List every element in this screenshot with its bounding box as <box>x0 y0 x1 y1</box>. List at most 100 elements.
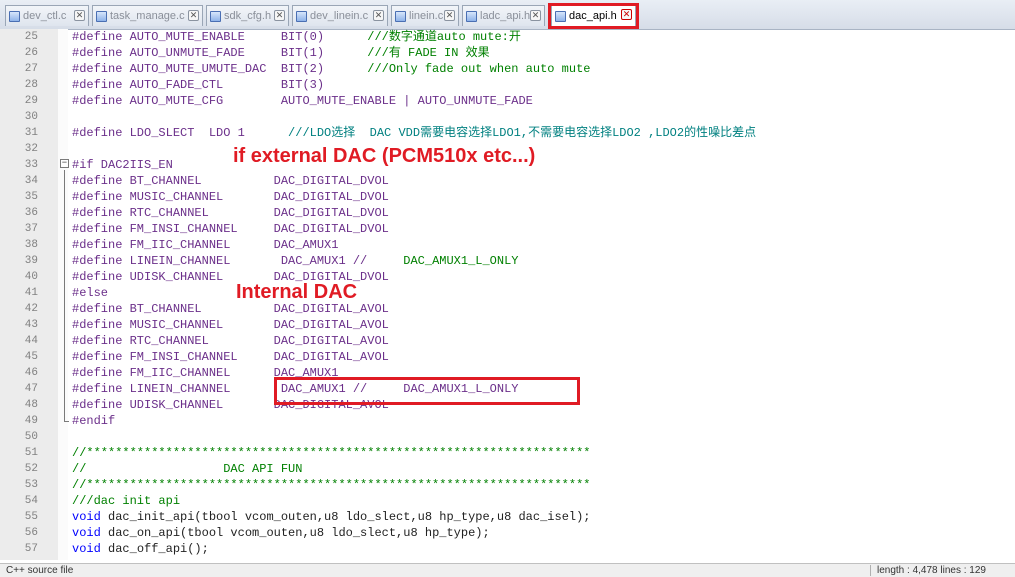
line-number: 31 <box>24 127 38 139</box>
line-number: 44 <box>24 335 38 347</box>
code-line[interactable]: #define AUTO_MUTE_ENABLE BIT(0) ///数字通道a… <box>72 29 521 45</box>
file-icon <box>96 10 107 22</box>
line-number: 36 <box>24 207 38 219</box>
code-line[interactable]: #define LINEIN_CHANNEL DAC_AMUX1 // DAC_… <box>72 253 518 269</box>
fold-margin <box>58 29 68 560</box>
status-file-type: C++ source file <box>6 565 74 576</box>
tab-sdk-cfg-h[interactable]: sdk_cfg.h ✕ <box>206 5 289 26</box>
code-text: dac_on_api(tbool vcom_outen,u8 ldo_slect… <box>100 526 490 540</box>
code-line[interactable]: #define AUTO_FADE_CTL BIT(3) <box>72 77 324 93</box>
code-comment: ///Only fade out when auto mute <box>367 62 591 76</box>
code-line[interactable]: #else <box>72 285 108 301</box>
tab-label: dev_ctl.c <box>23 10 67 22</box>
line-number: 32 <box>24 143 38 155</box>
tab-task-manage-c[interactable]: task_manage.c ✕ <box>92 5 203 26</box>
code-text: #define FM_IIC_CHANNEL DAC_AMUX1 <box>72 238 339 252</box>
code-line[interactable]: #if DAC2IIS_EN <box>72 157 173 173</box>
code-line[interactable]: #define RTC_CHANNEL DAC_DIGITAL_DVOL <box>72 205 389 221</box>
active-tab-highlight-box <box>548 3 639 29</box>
code-comment: ///有 FADE IN 效果 <box>367 46 490 60</box>
code-line[interactable]: // DAC API FUN <box>72 461 302 477</box>
tab-linein-c[interactable]: linein.c ✕ <box>391 5 459 26</box>
close-icon[interactable]: ✕ <box>530 10 541 21</box>
line-number: 45 <box>24 351 38 363</box>
code-text: #define MUSIC_CHANNEL DAC_DIGITAL_DVOL <box>72 190 389 204</box>
code-line[interactable]: #define FM_INSI_CHANNEL DAC_DIGITAL_AVOL <box>72 349 389 365</box>
code-comment: ///dac init api <box>72 494 181 508</box>
line-47-highlight-box <box>274 377 580 405</box>
code-comment: ///LDO选择 DAC VDD需要电容选择LDO1,不需要电容选择LDO2 ,… <box>288 126 757 140</box>
code-line[interactable]: #define LDO_SLECT LDO 1 ///LDO选择 DAC VDD… <box>72 125 756 141</box>
status-length-lines: length : 4,478 lines : 129 <box>870 565 986 576</box>
line-number: 26 <box>24 47 38 59</box>
code-line[interactable]: #define FM_INSI_CHANNEL DAC_DIGITAL_DVOL <box>72 221 389 237</box>
code-text: #define AUTO_MUTE_ENABLE BIT(0) <box>72 30 368 44</box>
line-number: 29 <box>24 95 38 107</box>
code-line[interactable]: #endif <box>72 413 115 429</box>
code-text: #define LDO_SLECT LDO 1 <box>72 126 289 140</box>
code-text: #define BT_CHANNEL DAC_DIGITAL_DVOL <box>72 174 389 188</box>
close-icon[interactable]: ✕ <box>274 10 285 21</box>
fold-range-end <box>64 421 69 422</box>
line-number: 56 <box>24 527 38 539</box>
code-line[interactable]: #define AUTO_MUTE_CFG AUTO_MUTE_ENABLE |… <box>72 93 533 109</box>
file-icon <box>395 10 406 22</box>
code-line[interactable]: #define AUTO_MUTE_UMUTE_DAC BIT(2) ///On… <box>72 61 591 77</box>
code-text: #define RTC_CHANNEL DAC_DIGITAL_DVOL <box>72 206 389 220</box>
line-number: 51 <box>24 447 38 459</box>
code-line[interactable]: ///dac init api <box>72 493 180 509</box>
fold-collapse-icon[interactable]: − <box>60 159 69 168</box>
line-number: 47 <box>24 383 38 395</box>
code-text: #define MUSIC_CHANNEL DAC_DIGITAL_AVOL <box>72 318 389 332</box>
close-icon[interactable]: ✕ <box>444 10 455 21</box>
line-number: 57 <box>24 543 38 555</box>
line-number: 27 <box>24 63 38 75</box>
code-text: #endif <box>72 414 116 428</box>
line-number: 54 <box>24 495 38 507</box>
line-number: 53 <box>24 479 38 491</box>
tab-dev-ctl-c[interactable]: dev_ctl.c ✕ <box>5 5 89 26</box>
code-text: #define AUTO_FADE_CTL BIT(3) <box>72 78 325 92</box>
code-text: #else <box>72 286 109 300</box>
code-keyword: void <box>72 510 101 524</box>
line-number: 37 <box>24 223 38 235</box>
line-number: 34 <box>24 175 38 187</box>
code-text: dac_init_api(tbool vcom_outen,u8 ldo_sle… <box>100 510 591 524</box>
tab-label: ladc_api.h <box>480 10 531 22</box>
code-line[interactable]: void dac_init_api(tbool vcom_outen,u8 ld… <box>72 509 591 525</box>
line-number: 33 <box>24 159 38 171</box>
tab-label: linein.c <box>409 10 444 22</box>
file-icon <box>296 10 307 22</box>
code-comment: ///数字通道auto mute:开 <box>367 30 521 44</box>
line-number: 25 <box>24 31 38 43</box>
code-text: #define AUTO_MUTE_CFG AUTO_MUTE_ENABLE |… <box>72 94 533 108</box>
line-number: 30 <box>24 111 38 123</box>
code-line[interactable]: //**************************************… <box>72 445 590 461</box>
code-line[interactable]: //**************************************… <box>72 477 590 493</box>
close-icon[interactable]: ✕ <box>188 10 199 21</box>
line-number: 49 <box>24 415 38 427</box>
code-line[interactable]: #define MUSIC_CHANNEL DAC_DIGITAL_AVOL <box>72 317 389 333</box>
code-text: #define RTC_CHANNEL DAC_DIGITAL_AVOL <box>72 334 389 348</box>
code-line[interactable]: #define FM_IIC_CHANNEL DAC_AMUX1 <box>72 237 338 253</box>
code-line[interactable]: void dac_on_api(tbool vcom_outen,u8 ldo_… <box>72 525 490 541</box>
tab-label: sdk_cfg.h <box>224 10 272 22</box>
code-line[interactable]: #define AUTO_UNMUTE_FADE BIT(1) ///有 FAD… <box>72 45 490 61</box>
code-comment: //**************************************… <box>72 446 591 460</box>
line-number: 42 <box>24 303 38 315</box>
code-text: #define AUTO_MUTE_UMUTE_DAC BIT(2) <box>72 62 368 76</box>
line-number: 38 <box>24 239 38 251</box>
code-line[interactable]: #define BT_CHANNEL DAC_DIGITAL_DVOL <box>72 173 389 189</box>
close-icon[interactable]: ✕ <box>74 10 85 21</box>
code-line[interactable]: #define RTC_CHANNEL DAC_DIGITAL_AVOL <box>72 333 389 349</box>
code-line[interactable]: #define MUSIC_CHANNEL DAC_DIGITAL_DVOL <box>72 189 389 205</box>
code-text: #define LINEIN_CHANNEL DAC_AMUX1 // <box>72 254 404 268</box>
annotation-external-dac: if external DAC (PCM510x etc...) <box>233 145 536 167</box>
line-number: 55 <box>24 511 38 523</box>
line-number: 50 <box>24 431 38 443</box>
tab-dev-linein-c[interactable]: dev_linein.c ✕ <box>292 5 388 26</box>
close-icon[interactable]: ✕ <box>373 10 384 21</box>
tab-ladc-api-h[interactable]: ladc_api.h ✕ <box>462 5 545 26</box>
file-icon <box>210 10 221 22</box>
code-line[interactable]: void dac_off_api(); <box>72 541 209 557</box>
